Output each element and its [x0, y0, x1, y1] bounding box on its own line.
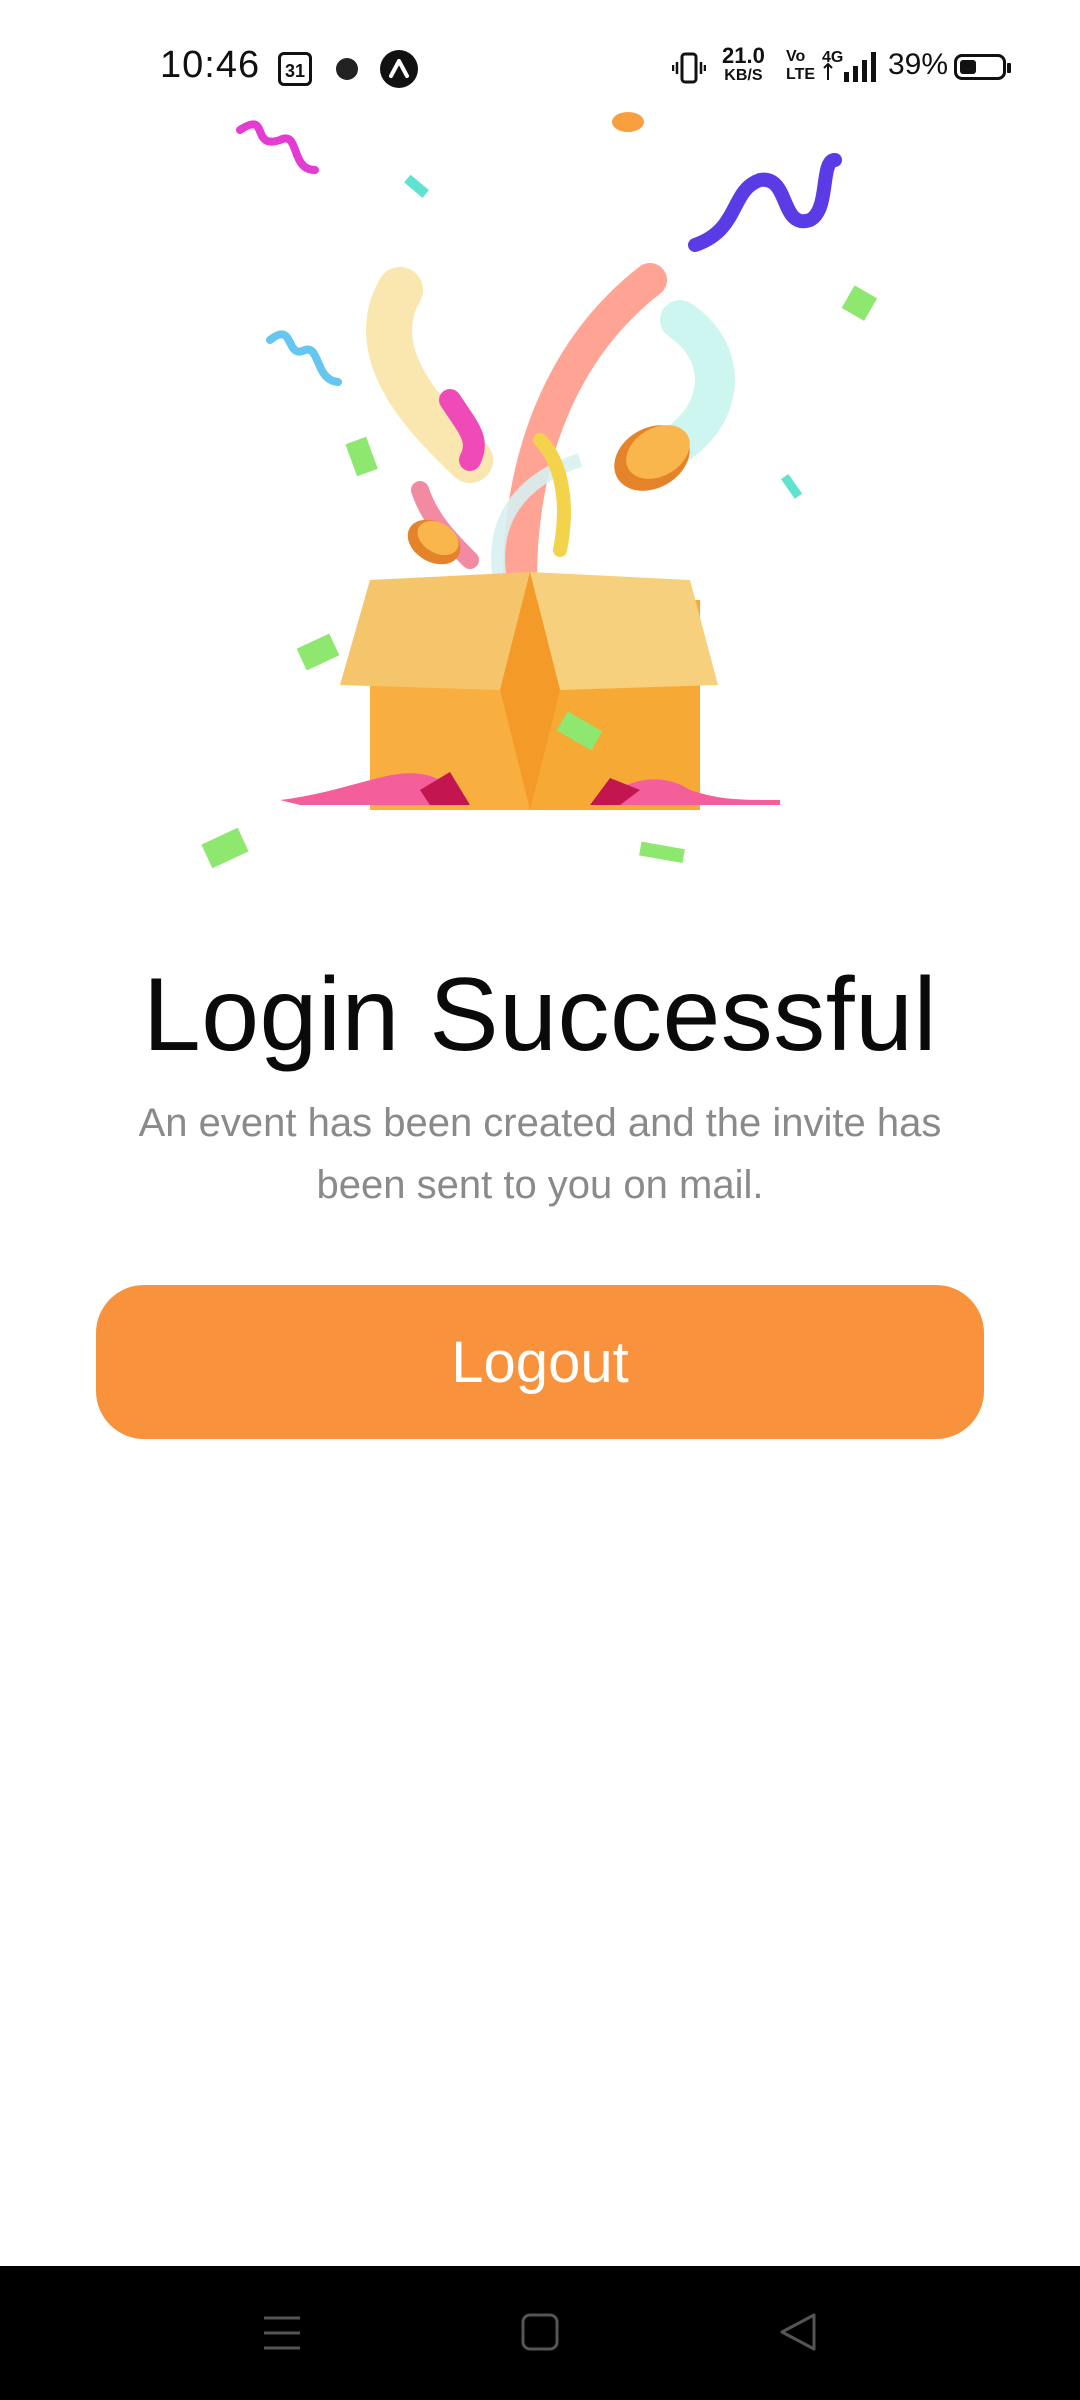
network-speed-value: 21.0	[722, 43, 765, 68]
battery-percent: 39%	[888, 48, 949, 81]
signal-icon: 4G	[822, 48, 884, 89]
calendar-icon: 31	[278, 52, 312, 86]
network-speed: 21.0 KB/S	[722, 43, 765, 86]
volte-indicator: Vo LTE	[786, 48, 815, 84]
page-subtitle: An event has been created and the invite…	[138, 1101, 942, 1207]
battery-fill	[960, 60, 976, 74]
logout-button[interactable]: Logout	[96, 1285, 984, 1439]
battery-icon	[954, 54, 1011, 80]
vibrate-icon	[671, 52, 707, 89]
back-triangle-icon[interactable]	[778, 2312, 818, 2357]
home-square-icon[interactable]	[520, 2312, 560, 2357]
status-time: 10:46	[160, 44, 261, 86]
celebration-gift-illustration	[0, 100, 1080, 880]
volte-top: Vo	[786, 48, 806, 65]
system-navigation-bar	[0, 2266, 1080, 2400]
app-notification-icon	[336, 58, 358, 80]
volte-bottom: LTE	[786, 66, 816, 83]
network-speed-unit: KB/S	[724, 67, 763, 84]
app-a-icon	[380, 50, 418, 88]
network-type: 4G	[822, 49, 843, 66]
page-title: Login Successful	[142, 957, 938, 1073]
menu-icon[interactable]	[262, 2310, 302, 2361]
